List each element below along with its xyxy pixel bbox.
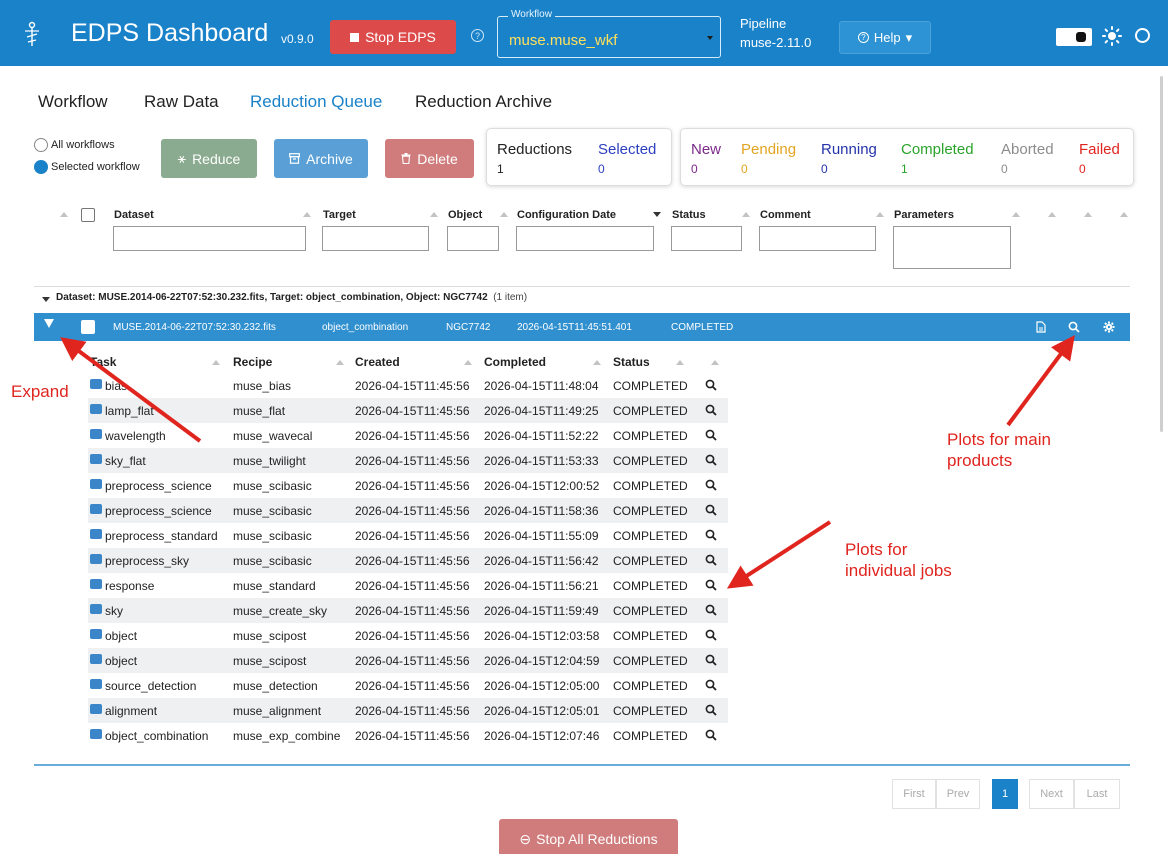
pager-next[interactable]: Next <box>1029 779 1074 809</box>
annotation-plots-jobs-line2: individual jobs <box>845 561 952 580</box>
pager-first[interactable]: First <box>892 779 936 809</box>
page-scrollbar[interactable] <box>1160 76 1163 432</box>
annotation-arrow-main-plots <box>1006 335 1075 427</box>
stop-circle-icon: ⊖ <box>519 830 532 847</box>
table-bottom-divider <box>34 764 1130 766</box>
stop-all-reductions-button[interactable]: ⊖ Stop All Reductions <box>499 819 678 854</box>
annotation-arrows <box>60 335 1075 589</box>
stop-all-label: Stop All Reductions <box>536 831 658 847</box>
annotation-arrow-expand <box>60 337 202 443</box>
annotation-plots-jobs-line1: Plots for <box>845 540 908 559</box>
edps-dashboard: EDPS Dashboard v0.9.0 Stop EDPS ? Workfl… <box>0 0 1168 854</box>
pager-page-1[interactable]: 1 <box>992 779 1018 809</box>
pager-last[interactable]: Last <box>1074 779 1120 809</box>
annotation-arrow-job-plots <box>726 520 832 589</box>
annotation-plots-main-line1: Plots for main <box>947 430 1051 449</box>
annotation-plots-main-line2: products <box>947 451 1013 470</box>
pager-prev[interactable]: Prev <box>936 779 980 809</box>
annotation-expand: Expand <box>11 382 69 401</box>
